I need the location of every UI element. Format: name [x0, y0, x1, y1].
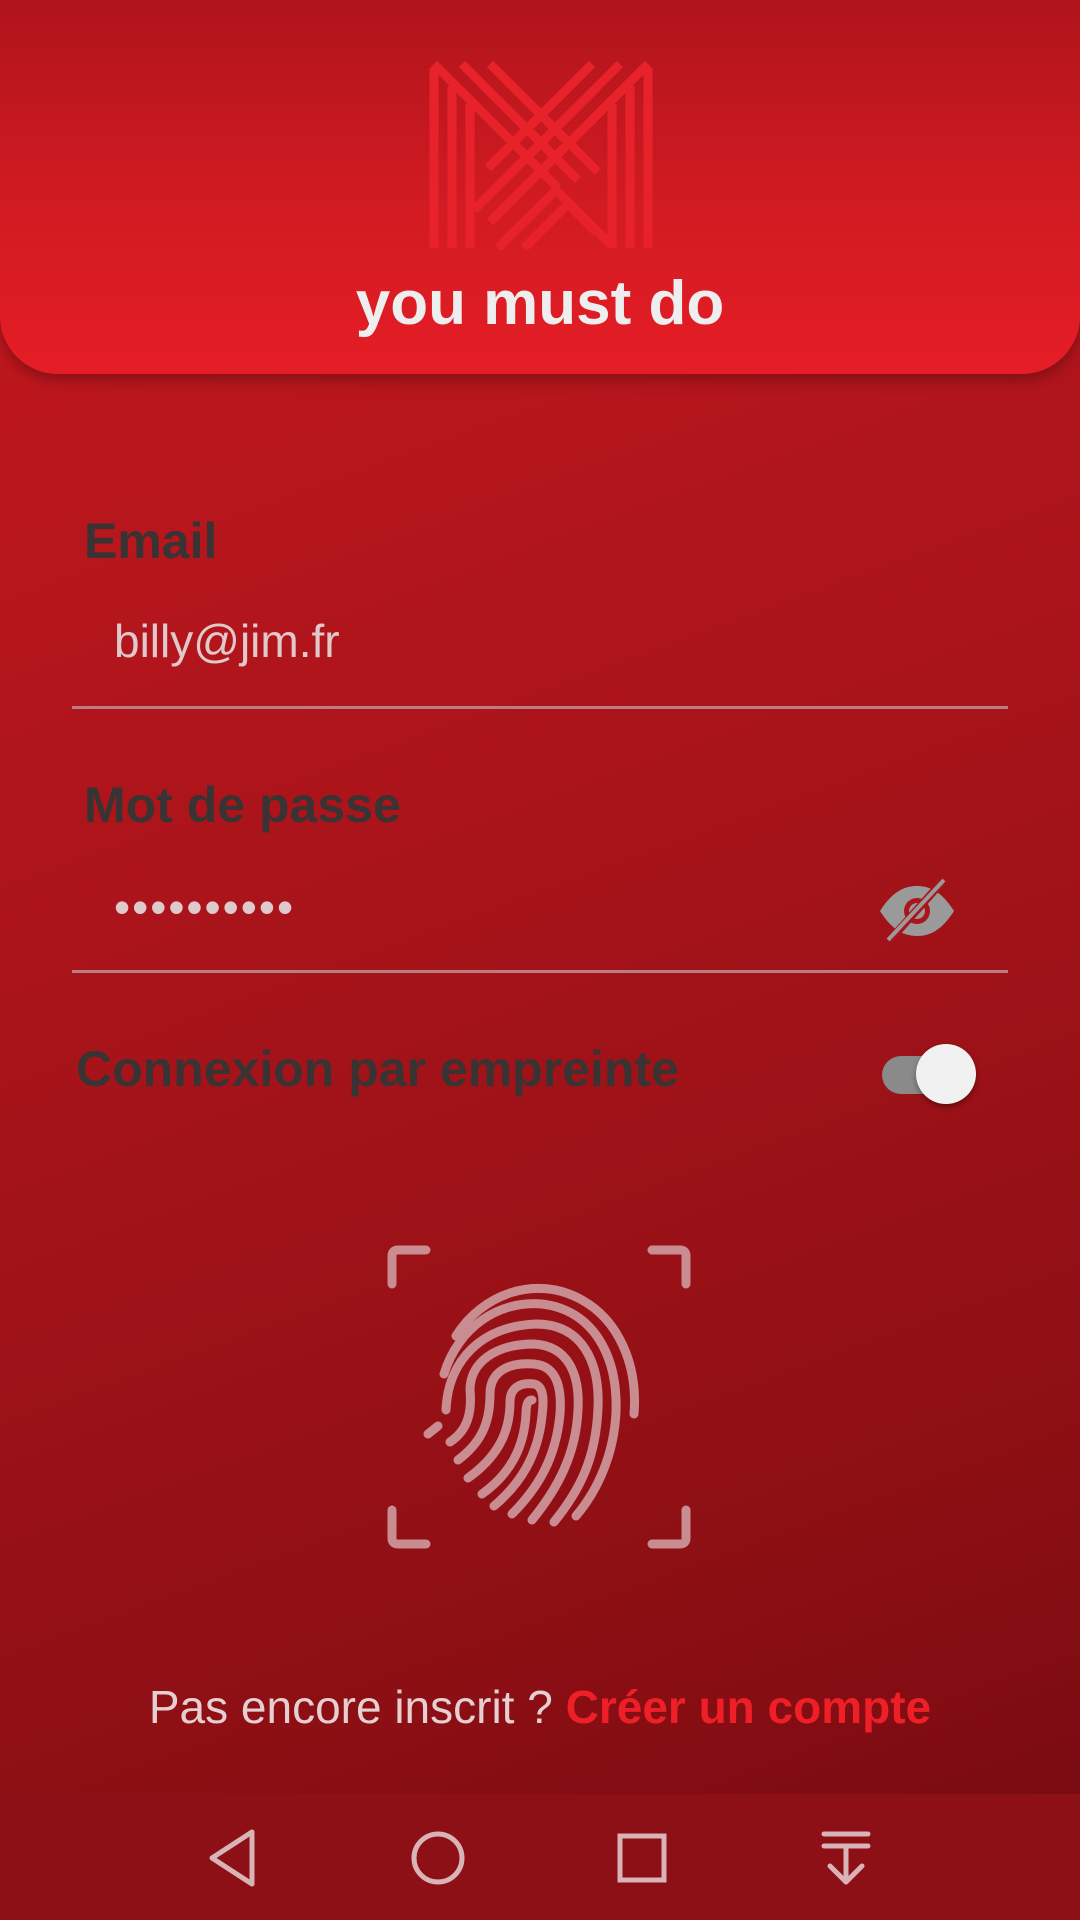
toggle-thumb — [916, 1044, 976, 1104]
notifications-pull-icon[interactable] — [812, 1824, 880, 1892]
system-navigation-bar — [0, 1794, 1080, 1920]
back-icon[interactable] — [200, 1824, 268, 1892]
home-icon[interactable] — [404, 1824, 472, 1892]
email-field-underline — [72, 706, 1008, 709]
fingerprint-login-toggle[interactable] — [880, 1040, 980, 1104]
password-label: Mot de passe — [84, 777, 401, 833]
m-monogram-logo-icon — [429, 60, 653, 250]
create-account-link[interactable]: Créer un compte — [566, 1681, 932, 1733]
fingerprint-login-label: Connexion par empreinte — [76, 1041, 679, 1097]
signup-prompt: Pas encore inscrit ? Créer un compte — [0, 1680, 1080, 1734]
app-header: you must do — [0, 0, 1080, 374]
eye-off-icon[interactable] — [876, 878, 958, 944]
recents-icon[interactable] — [608, 1824, 676, 1892]
password-field[interactable]: •••••••••• — [114, 880, 295, 934]
password-field-underline — [72, 970, 1008, 973]
email-field[interactable]: billy@jim.fr — [114, 614, 340, 668]
email-label: Email — [84, 513, 218, 569]
app-title: you must do — [355, 269, 725, 338]
fingerprint-scan-icon[interactable] — [386, 1244, 692, 1550]
signup-prompt-text: Pas encore inscrit ? — [148, 1681, 553, 1733]
